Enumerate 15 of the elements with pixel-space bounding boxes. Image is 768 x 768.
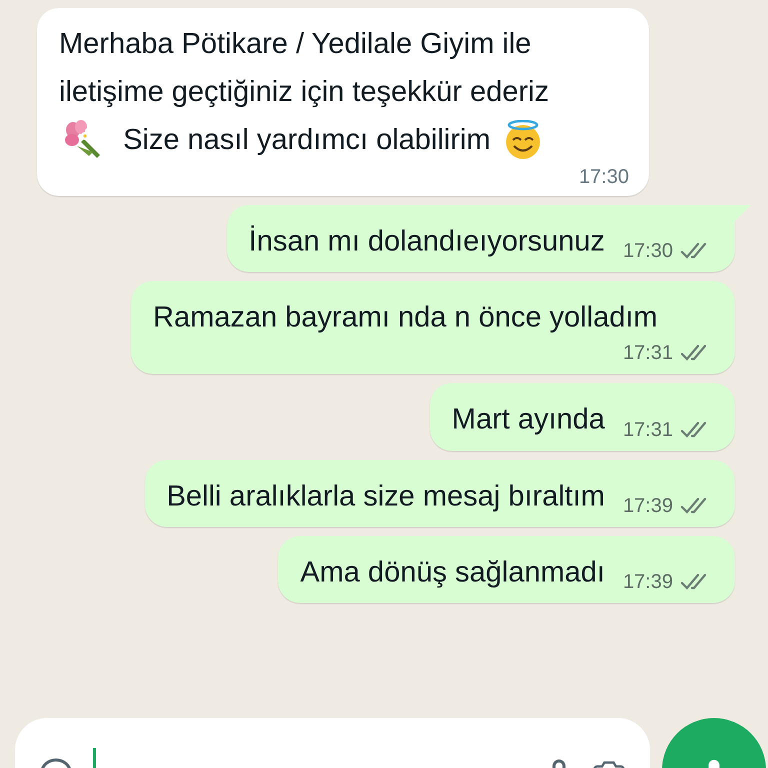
message-text: Size nasıl yardımcı olabilirim [123, 124, 491, 156]
message-text: İnsan mı dolandıeıyorsunuz [248, 224, 605, 257]
bouquet-icon [63, 120, 103, 160]
message-time: 17:30 [578, 164, 629, 190]
message-text: Mart ayında [452, 404, 605, 436]
message-time: 17:39 [622, 494, 673, 519]
message-text: Belli aralıklarla size mesaj bıraltım [166, 480, 605, 512]
message-time: 17:31 [622, 418, 673, 443]
message-time: 17:30 [622, 238, 673, 264]
message-time: 17:31 [622, 341, 673, 366]
message-text: Merhaba Pötikare / Yedilale Giyim ile iletişime geçtiğiniz için teşekkür ederiz [59, 28, 549, 108]
message-text: Ama dönüş sağlanmadı [300, 556, 605, 588]
message-input-field[interactable] [15, 718, 650, 768]
message-time: 17:39 [622, 570, 673, 596]
message-text: Ramazan bayramı nda n önce yolladım [153, 301, 658, 334]
